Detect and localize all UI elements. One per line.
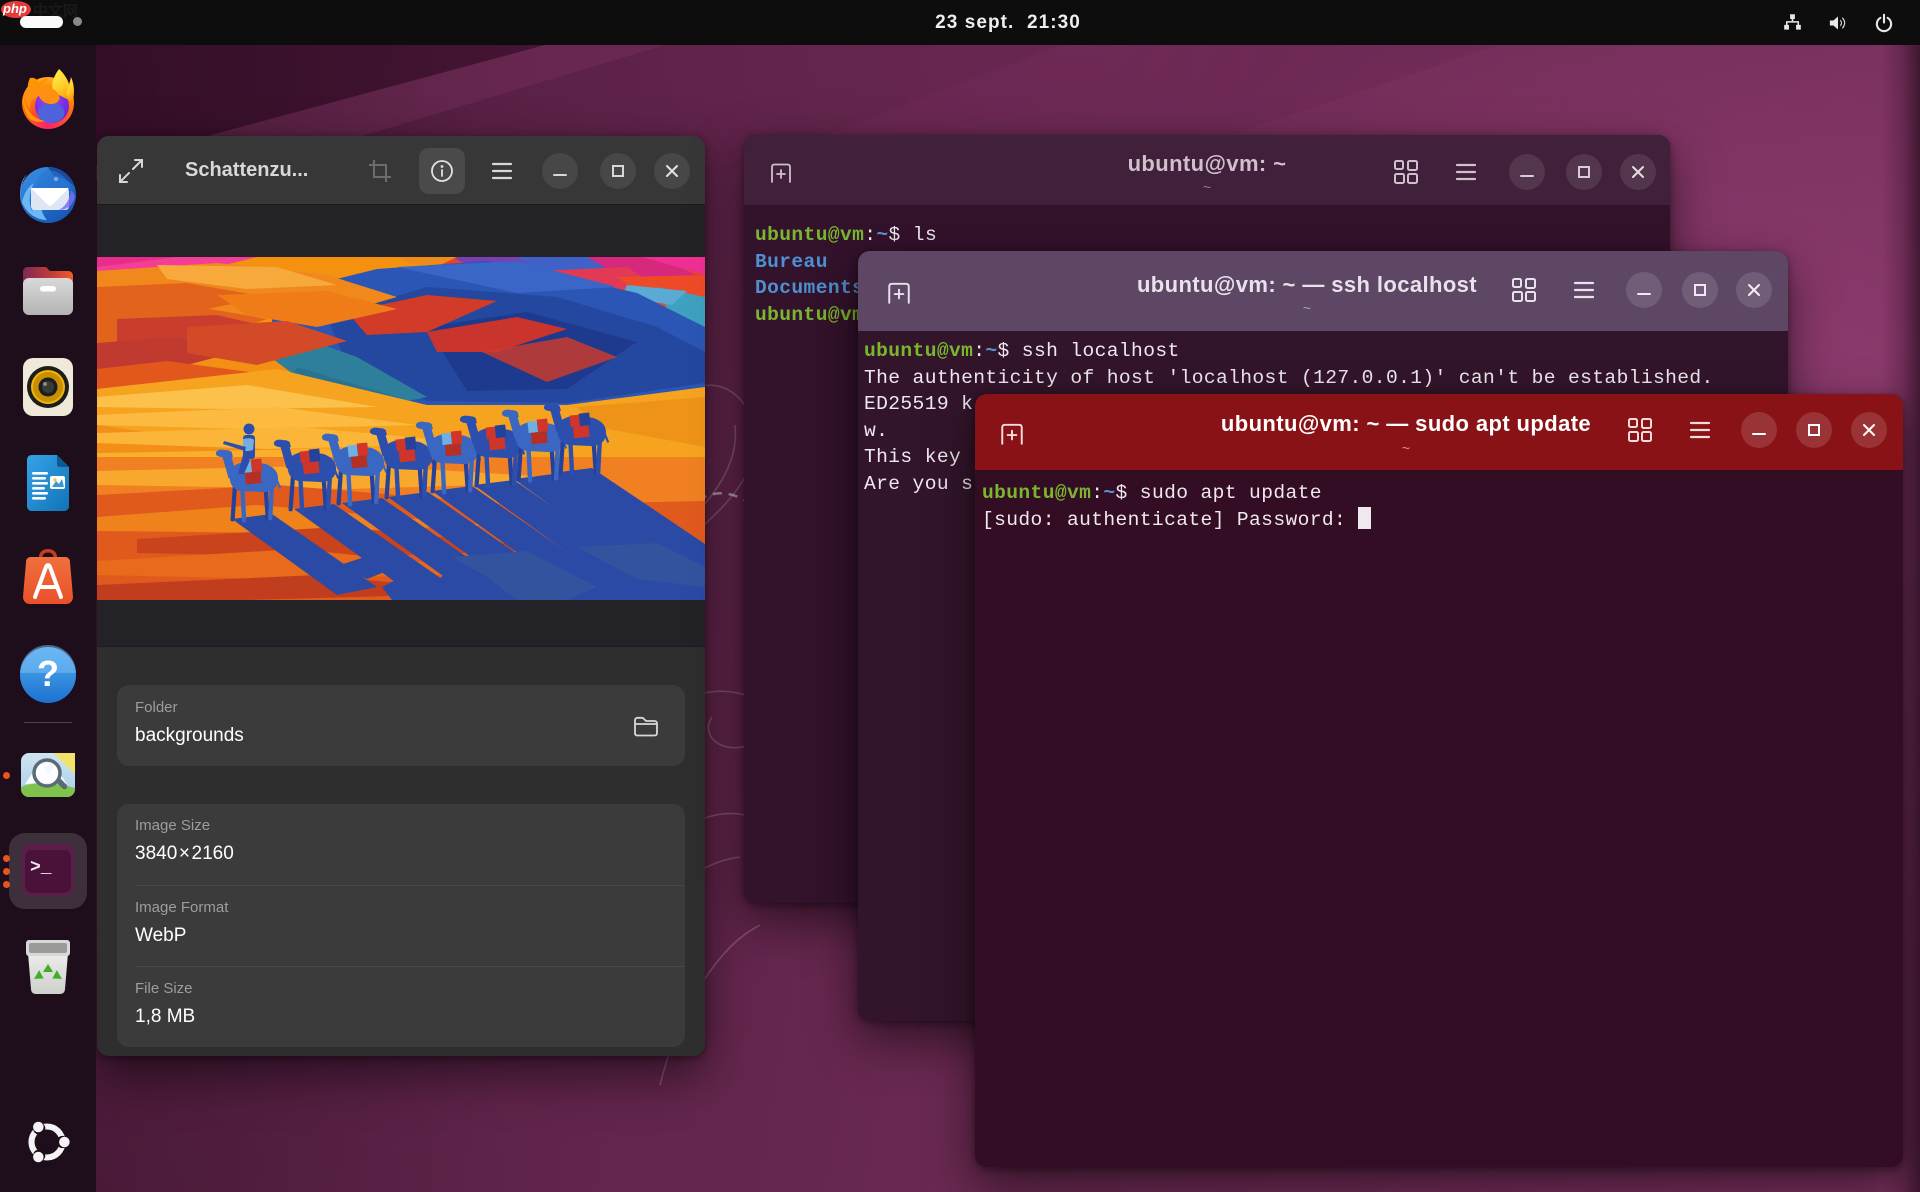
svg-text:?: ? xyxy=(37,653,59,694)
svg-text:>_: >_ xyxy=(30,858,52,878)
